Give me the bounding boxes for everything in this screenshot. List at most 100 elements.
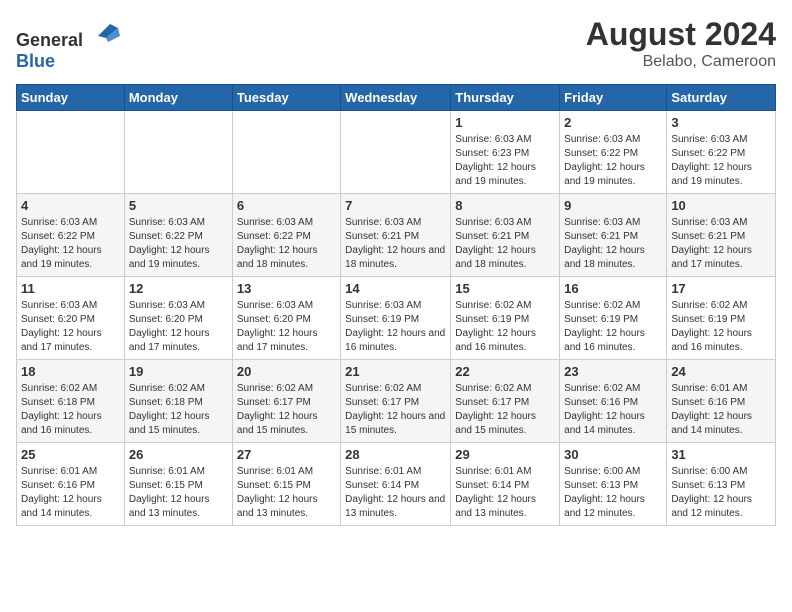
day-cell: 20 Sunrise: 6:02 AM Sunset: 6:17 PM Dayli…: [232, 360, 340, 443]
logo: General Blue: [16, 16, 120, 72]
day-number: 1: [455, 115, 555, 130]
day-cell: 21Sunrise: 6:02 AM Sunset: 6:17 PM Dayli…: [341, 360, 451, 443]
day-info: Sunrise: 6:01 AM Sunset: 6:16 PM Dayligh…: [21, 465, 120, 521]
day-number: 8: [455, 198, 555, 213]
day-number: 29: [455, 447, 555, 462]
day-cell: 22Sunrise: 6:02 AM Sunset: 6:17 PM Dayli…: [451, 360, 560, 443]
day-cell: 29 Sunrise: 6:01 AM Sunset: 6:14 PM Dayli…: [451, 443, 560, 526]
days-header-row: SundayMondayTuesdayWednesdayThursdayFrid…: [17, 85, 776, 111]
day-cell: 9 Sunrise: 6:03 AM Sunset: 6:21 PM Daylig…: [560, 194, 667, 277]
day-number: 16: [564, 281, 662, 296]
day-info: Sunrise: 6:03 AM Sunset: 6:20 PM Dayligh…: [21, 299, 120, 355]
day-cell: 14Sunrise: 6:03 AM Sunset: 6:19 PM Dayli…: [341, 277, 451, 360]
day-cell: [124, 111, 232, 194]
day-info: Sunrise: 6:01 AM Sunset: 6:14 PM Dayligh…: [345, 465, 446, 521]
day-header-wednesday: Wednesday: [341, 85, 451, 111]
day-info: Sunrise: 6:02 AM Sunset: 6:16 PM Dayligh…: [564, 382, 662, 438]
day-number: 19: [129, 364, 228, 379]
day-info: Sunrise: 6:01 AM Sunset: 6:16 PM Dayligh…: [671, 382, 771, 438]
day-number: 25: [21, 447, 120, 462]
day-info: Sunrise: 6:02 AM Sunset: 6:19 PM Dayligh…: [455, 299, 555, 355]
day-cell: 2Sunrise: 6:03 AM Sunset: 6:22 PM Daylig…: [560, 111, 667, 194]
day-info: Sunrise: 6:02 AM Sunset: 6:19 PM Dayligh…: [671, 299, 771, 355]
day-header-monday: Monday: [124, 85, 232, 111]
day-cell: 4 Sunrise: 6:03 AM Sunset: 6:22 PM Daylig…: [17, 194, 125, 277]
day-cell: 25 Sunrise: 6:01 AM Sunset: 6:16 PM Dayli…: [17, 443, 125, 526]
day-cell: 31Sunrise: 6:00 AM Sunset: 6:13 PM Dayli…: [667, 443, 776, 526]
location-subtitle: Belabo, Cameroon: [586, 53, 776, 71]
day-cell: 26 Sunrise: 6:01 AM Sunset: 6:15 PM Dayli…: [124, 443, 232, 526]
day-cell: 7 Sunrise: 6:03 AM Sunset: 6:21 PM Daylig…: [341, 194, 451, 277]
day-cell: 6 Sunrise: 6:03 AM Sunset: 6:22 PM Daylig…: [232, 194, 340, 277]
day-header-thursday: Thursday: [451, 85, 560, 111]
day-cell: 16 Sunrise: 6:02 AM Sunset: 6:19 PM Dayli…: [560, 277, 667, 360]
day-cell: 1Sunrise: 6:03 AM Sunset: 6:23 PM Daylig…: [451, 111, 560, 194]
week-row-4: 18 Sunrise: 6:02 AM Sunset: 6:18 PM Dayli…: [17, 360, 776, 443]
day-number: 3: [671, 115, 771, 130]
day-info: Sunrise: 6:03 AM Sunset: 6:22 PM Dayligh…: [237, 216, 336, 272]
day-number: 9: [564, 198, 662, 213]
logo-text: General Blue: [16, 16, 120, 72]
day-cell: 19 Sunrise: 6:02 AM Sunset: 6:18 PM Dayli…: [124, 360, 232, 443]
day-number: 15: [455, 281, 555, 296]
day-number: 20: [237, 364, 336, 379]
day-number: 4: [21, 198, 120, 213]
day-cell: 15 Sunrise: 6:02 AM Sunset: 6:19 PM Dayli…: [451, 277, 560, 360]
day-number: 14: [345, 281, 446, 296]
day-cell: 30 Sunrise: 6:00 AM Sunset: 6:13 PM Dayli…: [560, 443, 667, 526]
day-info: Sunrise: 6:00 AM Sunset: 6:13 PM Dayligh…: [564, 465, 662, 521]
day-number: 11: [21, 281, 120, 296]
day-cell: [341, 111, 451, 194]
day-info: Sunrise: 6:03 AM Sunset: 6:21 PM Dayligh…: [671, 216, 771, 272]
day-info: Sunrise: 6:01 AM Sunset: 6:15 PM Dayligh…: [129, 465, 228, 521]
day-header-sunday: Sunday: [17, 85, 125, 111]
day-cell: [17, 111, 125, 194]
day-info: Sunrise: 6:02 AM Sunset: 6:19 PM Dayligh…: [564, 299, 662, 355]
logo-general: General: [16, 30, 83, 50]
day-info: Sunrise: 6:03 AM Sunset: 6:20 PM Dayligh…: [129, 299, 228, 355]
day-cell: 18 Sunrise: 6:02 AM Sunset: 6:18 PM Dayli…: [17, 360, 125, 443]
day-cell: 23 Sunrise: 6:02 AM Sunset: 6:16 PM Dayli…: [560, 360, 667, 443]
day-cell: 27 Sunrise: 6:01 AM Sunset: 6:15 PM Dayli…: [232, 443, 340, 526]
day-info: Sunrise: 6:03 AM Sunset: 6:22 PM Dayligh…: [21, 216, 120, 272]
day-cell: 24Sunrise: 6:01 AM Sunset: 6:16 PM Dayli…: [667, 360, 776, 443]
day-info: Sunrise: 6:02 AM Sunset: 6:18 PM Dayligh…: [21, 382, 120, 438]
day-info: Sunrise: 6:03 AM Sunset: 6:21 PM Dayligh…: [564, 216, 662, 272]
day-info: Sunrise: 6:01 AM Sunset: 6:14 PM Dayligh…: [455, 465, 555, 521]
title-block: August 2024 Belabo, Cameroon: [586, 16, 776, 71]
day-info: Sunrise: 6:03 AM Sunset: 6:22 PM Dayligh…: [671, 133, 771, 189]
day-info: Sunrise: 6:02 AM Sunset: 6:17 PM Dayligh…: [345, 382, 446, 438]
day-cell: 17 Sunrise: 6:02 AM Sunset: 6:19 PM Dayli…: [667, 277, 776, 360]
day-number: 6: [237, 198, 336, 213]
day-number: 27: [237, 447, 336, 462]
day-info: Sunrise: 6:01 AM Sunset: 6:15 PM Dayligh…: [237, 465, 336, 521]
day-cell: 3 Sunrise: 6:03 AM Sunset: 6:22 PM Daylig…: [667, 111, 776, 194]
day-cell: 28 Sunrise: 6:01 AM Sunset: 6:14 PM Dayli…: [341, 443, 451, 526]
day-number: 2: [564, 115, 662, 130]
day-info: Sunrise: 6:02 AM Sunset: 6:18 PM Dayligh…: [129, 382, 228, 438]
day-number: 18: [21, 364, 120, 379]
day-cell: 11 Sunrise: 6:03 AM Sunset: 6:20 PM Dayli…: [17, 277, 125, 360]
day-number: 30: [564, 447, 662, 462]
day-cell: 8 Sunrise: 6:03 AM Sunset: 6:21 PM Daylig…: [451, 194, 560, 277]
day-header-saturday: Saturday: [667, 85, 776, 111]
week-row-1: 1Sunrise: 6:03 AM Sunset: 6:23 PM Daylig…: [17, 111, 776, 194]
day-info: Sunrise: 6:03 AM Sunset: 6:21 PM Dayligh…: [455, 216, 555, 272]
day-number: 17: [671, 281, 771, 296]
day-number: 26: [129, 447, 228, 462]
day-number: 12: [129, 281, 228, 296]
week-row-2: 4 Sunrise: 6:03 AM Sunset: 6:22 PM Daylig…: [17, 194, 776, 277]
day-info: Sunrise: 6:03 AM Sunset: 6:20 PM Dayligh…: [237, 299, 336, 355]
day-cell: 13Sunrise: 6:03 AM Sunset: 6:20 PM Dayli…: [232, 277, 340, 360]
month-year-title: August 2024: [586, 16, 776, 53]
day-cell: 10Sunrise: 6:03 AM Sunset: 6:21 PM Dayli…: [667, 194, 776, 277]
calendar-table: SundayMondayTuesdayWednesdayThursdayFrid…: [16, 84, 776, 526]
day-number: 7: [345, 198, 446, 213]
day-info: Sunrise: 6:02 AM Sunset: 6:17 PM Dayligh…: [237, 382, 336, 438]
day-number: 23: [564, 364, 662, 379]
week-row-3: 11 Sunrise: 6:03 AM Sunset: 6:20 PM Dayli…: [17, 277, 776, 360]
day-info: Sunrise: 6:03 AM Sunset: 6:21 PM Dayligh…: [345, 216, 446, 272]
day-cell: [232, 111, 340, 194]
day-info: Sunrise: 6:02 AM Sunset: 6:17 PM Dayligh…: [455, 382, 555, 438]
day-number: 28: [345, 447, 446, 462]
